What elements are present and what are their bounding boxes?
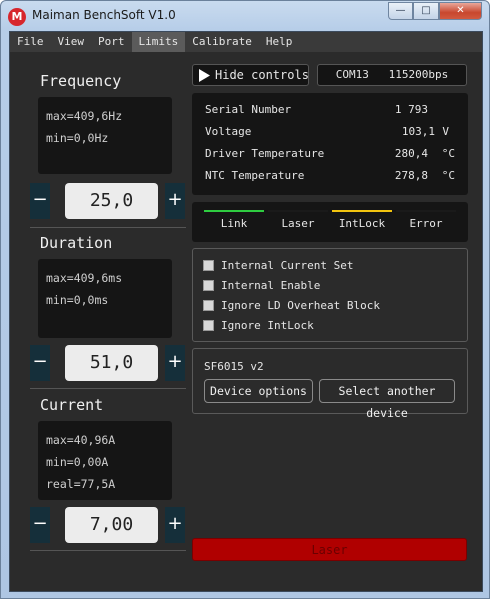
status-unit: V <box>442 125 449 138</box>
checkbox-box[interactable] <box>203 260 214 271</box>
status-panel: Serial Number 1 793 Voltage 103,1 V Driv… <box>192 93 468 195</box>
duration-decrement-button[interactable]: − <box>30 345 50 381</box>
indicator-link-light <box>204 210 264 212</box>
minimize-button[interactable]: — <box>388 2 413 20</box>
duration-stepper: − 51,0 + <box>30 345 186 381</box>
checkbox-label: Internal Enable <box>221 279 321 292</box>
frequency-value-input[interactable]: 25,0 <box>65 183 158 219</box>
current-real: real=77,5A <box>46 477 116 491</box>
close-button[interactable]: ✕ <box>439 2 482 20</box>
duration-title: Duration <box>40 234 113 252</box>
frequency-increment-button[interactable]: + <box>165 183 185 219</box>
indicator-label: Link <box>220 217 248 230</box>
status-value: 103,1 <box>401 125 435 138</box>
checkbox-label: Ignore LD Overheat Block <box>221 299 380 312</box>
app-window: M Maiman BenchSoft V1.0 — □ ✕ File View … <box>0 0 490 599</box>
indicator-laser-light <box>268 210 328 212</box>
frequency-decrement-button[interactable]: − <box>30 183 50 219</box>
indicator-label: Laser <box>281 217 315 230</box>
status-row-voltage: Voltage 103,1 V <box>205 125 455 141</box>
status-unit: °C <box>441 169 455 182</box>
play-triangle-icon <box>199 69 210 82</box>
current-title: Current <box>40 396 104 414</box>
app-logo-icon: M <box>8 8 26 26</box>
frequency-min: min=0,0Hz <box>46 131 109 145</box>
client-area: File View Port Limits Calibrate Help Fre… <box>9 31 483 592</box>
status-value: 1 793 <box>394 103 428 116</box>
menu-port[interactable]: Port <box>91 32 132 52</box>
current-max: max=40,96A <box>46 433 116 447</box>
current-value-input[interactable]: 7,00 <box>65 507 158 543</box>
hide-controls-button[interactable]: Hide controls <box>192 64 309 86</box>
frequency-stepper: − 25,0 + <box>30 183 186 219</box>
indicator-label: Error <box>409 217 443 230</box>
select-device-button[interactable]: Select another device <box>319 379 455 420</box>
duration-increment-button[interactable]: + <box>165 345 185 381</box>
divider <box>30 388 186 389</box>
checkbox-box[interactable] <box>203 280 214 291</box>
port-info-button[interactable]: COM13 115200bps <box>317 64 467 86</box>
status-value: 278,8 <box>394 169 428 182</box>
indicator-laser: Laser <box>268 210 328 230</box>
current-increment-button[interactable]: + <box>165 507 185 543</box>
status-label: Serial Number <box>205 103 292 116</box>
current-decrement-button[interactable]: − <box>30 507 50 543</box>
indicator-error-light <box>396 210 456 212</box>
checkbox-label: Ignore IntLock <box>221 319 314 332</box>
duration-max: max=409,6ms <box>46 271 123 285</box>
indicator-error: Error <box>396 210 456 230</box>
duration-min: min=0,0ms <box>46 293 109 307</box>
status-unit: °C <box>441 147 455 160</box>
menu-limits[interactable]: Limits <box>131 32 186 52</box>
indicator-link: Link <box>204 210 264 230</box>
indicator-panel: Link Laser IntLock Error <box>192 202 468 242</box>
window-title: Maiman BenchSoft V1.0 <box>32 8 176 22</box>
indicator-intlock: IntLock <box>332 210 392 230</box>
divider <box>30 550 186 551</box>
menu-view[interactable]: View <box>51 32 92 52</box>
current-limits-box: max=40,96A min=0,00A real=77,5A <box>38 421 172 500</box>
device-options-button[interactable]: Device options <box>204 379 313 403</box>
status-row-driver-temp: Driver Temperature 280,4 °C <box>205 147 455 163</box>
menu-file[interactable]: File <box>10 32 51 52</box>
device-name: SF6015 v2 <box>204 360 264 373</box>
frequency-limits-box: max=409,6Hz min=0,0Hz <box>38 97 172 174</box>
options-checkbox-panel: Internal Current Set Internal Enable Ign… <box>192 248 468 342</box>
menu-help[interactable]: Help <box>259 32 300 52</box>
laser-button[interactable]: Laser <box>192 538 467 561</box>
indicator-label: IntLock <box>338 217 386 230</box>
hide-controls-label: Hide controls <box>215 68 309 82</box>
status-row-ntc-temp: NTC Temperature 278,8 °C <box>205 169 455 185</box>
duration-value-input[interactable]: 51,0 <box>65 345 158 381</box>
status-row-serial: Serial Number 1 793 <box>205 103 455 119</box>
maximize-button[interactable]: □ <box>413 2 439 20</box>
status-label: Driver Temperature <box>205 147 325 160</box>
menu-calibrate[interactable]: Calibrate <box>185 32 259 52</box>
status-value: 280,4 <box>394 147 428 160</box>
status-label: Voltage <box>205 125 252 138</box>
indicator-intlock-light <box>332 210 392 212</box>
status-label: NTC Temperature <box>205 169 305 182</box>
window-controls: — □ ✕ <box>388 2 482 20</box>
checkbox-box[interactable] <box>203 320 214 331</box>
device-panel: SF6015 v2 Device options Select another … <box>192 348 468 420</box>
checkbox-label: Internal Current Set <box>221 259 354 272</box>
title-bar[interactable]: M Maiman BenchSoft V1.0 — □ ✕ <box>1 1 489 31</box>
checkbox-box[interactable] <box>203 300 214 311</box>
divider <box>30 227 186 228</box>
menu-bar: File View Port Limits Calibrate Help <box>10 32 482 52</box>
current-stepper: − 7,00 + <box>30 507 186 543</box>
duration-limits-box: max=409,6ms min=0,0ms <box>38 259 172 338</box>
current-min: min=0,00A <box>46 455 109 469</box>
frequency-title: Frequency <box>40 72 122 90</box>
frequency-max: max=409,6Hz <box>46 109 123 123</box>
